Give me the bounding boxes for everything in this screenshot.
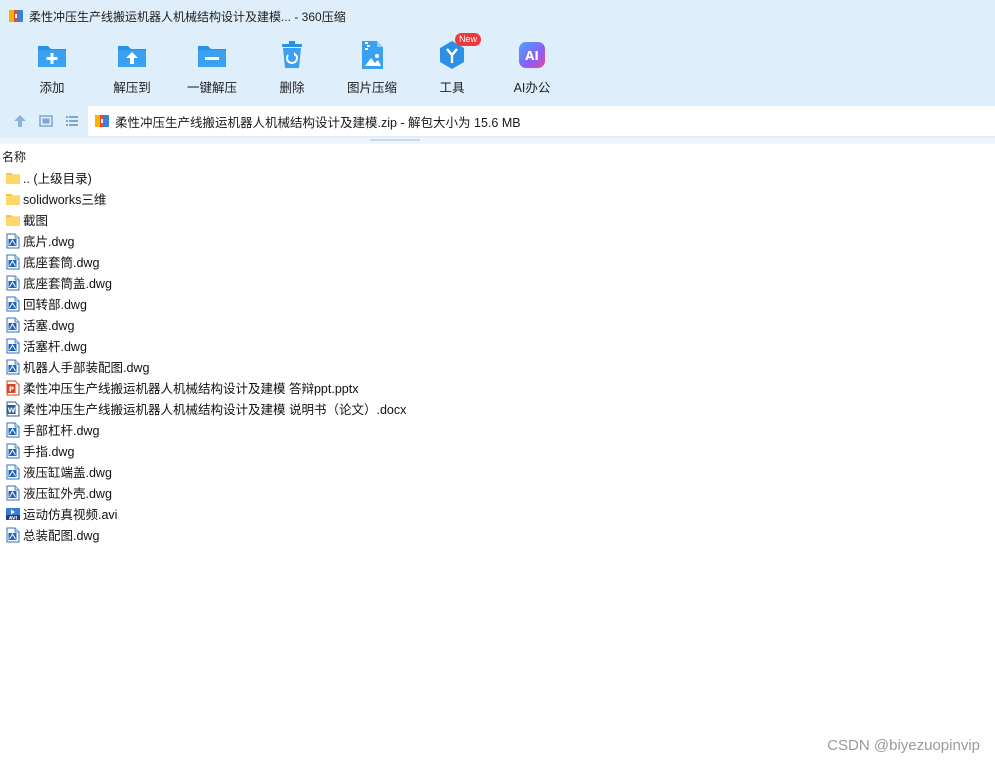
svg-text:P: P (9, 385, 14, 393)
file-name: 活塞.dwg (23, 319, 75, 333)
ai-office-button[interactable]: AI AI办公 (492, 38, 572, 98)
file-name: 底座套筒盖.dwg (23, 277, 112, 291)
file-name: 手指.dwg (23, 445, 75, 459)
file-row[interactable]: 底座套筒盖.dwg (0, 272, 995, 293)
tools-button[interactable]: New 工具 (412, 33, 492, 98)
file-row[interactable]: P 柔性冲压生产线搬运机器人机械结构设计及建模 答辩ppt.pptx (0, 377, 995, 398)
new-badge: New (455, 33, 482, 46)
file-name: 机器人手部装配图.dwg (23, 361, 150, 375)
dwg-file-icon (6, 275, 20, 290)
folder-icon (6, 172, 20, 184)
file-name: 柔性冲压生产线搬运机器人机械结构设计及建模 说明书（论文）.docx (23, 403, 407, 417)
column-header-name[interactable]: 名称 (0, 146, 995, 164)
file-name: 底片.dwg (23, 235, 75, 249)
dwg-file-icon (6, 359, 20, 374)
file-row[interactable]: AVI 运动仿真视频.avi (0, 503, 995, 524)
svg-text:W: W (8, 406, 16, 414)
file-row[interactable]: 液压缸端盖.dwg (0, 461, 995, 482)
image-compress-icon (362, 41, 383, 69)
zip-archive-icon (9, 10, 23, 22)
extract-to-icon (118, 46, 146, 67)
file-row[interactable]: solidworks三维 (0, 188, 995, 209)
dwg-file-icon (6, 422, 20, 437)
folder-icon (6, 193, 20, 205)
add-button[interactable]: 添加 (12, 38, 92, 98)
archive-path: 柔性冲压生产线搬运机器人机械结构设计及建模.zip - 解包大小为 15.6 M… (115, 115, 521, 130)
title-bar: 柔性冲压生产线搬运机器人机械结构设计及建模... - 360压缩 (0, 0, 995, 32)
file-name: 手部杠杆.dwg (23, 424, 100, 438)
file-name: 液压缸端盖.dwg (23, 466, 112, 480)
file-name: 液压缸外壳.dwg (23, 487, 112, 501)
file-row[interactable]: 手部杠杆.dwg (0, 419, 995, 440)
main-toolbar: 添加 解压到 一键解压 删除 图片压缩 New 工具 AI AI办公 (0, 32, 995, 104)
one-click-extract-icon (198, 46, 226, 67)
image-compress-button[interactable]: 图片压缩 (332, 38, 412, 98)
ai-office-label: AI办公 (513, 81, 551, 95)
dwg-file-icon (6, 485, 20, 500)
one-click-extract-button[interactable]: 一键解压 (172, 38, 252, 98)
dwg-file-icon (6, 527, 20, 542)
extract-to-label: 解压到 (113, 81, 151, 95)
list-view-icon[interactable] (64, 113, 80, 129)
file-row[interactable]: 底片.dwg (0, 230, 995, 251)
extract-to-button[interactable]: 解压到 (92, 38, 172, 98)
file-row[interactable]: 回转部.dwg (0, 293, 995, 314)
file-name: .. (上级目录) (23, 172, 92, 186)
folder-icon (6, 214, 20, 226)
file-row[interactable]: .. (上级目录) (0, 167, 995, 188)
divider (0, 138, 995, 144)
dwg-file-icon (6, 464, 20, 479)
delete-label: 删除 (279, 81, 305, 95)
file-row[interactable]: 总装配图.dwg (0, 524, 995, 545)
pptx-file-icon: P (6, 380, 20, 395)
avi-video-icon: AVI (6, 507, 20, 521)
file-name: 总装配图.dwg (23, 529, 100, 543)
file-row[interactable]: 活塞.dwg (0, 314, 995, 335)
svg-text:AI: AI (525, 49, 539, 63)
file-name: 截图 (23, 214, 49, 228)
file-row[interactable]: 液压缸外壳.dwg (0, 482, 995, 503)
zip-archive-icon (95, 115, 109, 127)
up-arrow-icon[interactable] (12, 113, 28, 129)
file-name: 底座套筒.dwg (23, 256, 100, 270)
thumbnail-view-icon[interactable] (38, 113, 54, 129)
file-name: 回转部.dwg (23, 298, 87, 312)
trash-icon (282, 41, 302, 68)
file-row[interactable]: 截图 (0, 209, 995, 230)
file-row[interactable]: W 柔性冲压生产线搬运机器人机械结构设计及建模 说明书（论文）.docx (0, 398, 995, 419)
ai-office-icon: AI (519, 42, 545, 68)
dwg-file-icon (6, 254, 20, 269)
dwg-file-icon (6, 233, 20, 248)
window-title: 柔性冲压生产线搬运机器人机械结构设计及建模... - 360压缩 (29, 9, 346, 24)
dwg-file-icon (6, 338, 20, 353)
svg-text:AVI: AVI (9, 515, 18, 521)
file-row[interactable]: 手指.dwg (0, 440, 995, 461)
address-row: 柔性冲压生产线搬运机器人机械结构设计及建模.zip - 解包大小为 15.6 M… (0, 104, 995, 138)
dwg-file-icon (6, 443, 20, 458)
file-name: 运动仿真视频.avi (23, 508, 118, 522)
image-compress-label: 图片压缩 (346, 81, 397, 95)
file-row[interactable]: 底座套筒.dwg (0, 251, 995, 272)
dwg-file-icon (6, 317, 20, 332)
watermark: CSDN @biyezuopinvip (827, 737, 980, 754)
dwg-file-icon (6, 296, 20, 311)
file-list: .. (上级目录) solidworks三维 截图底片.dwg 底座套筒.dwg 底座套… (0, 167, 995, 545)
address-bar[interactable]: 柔性冲压生产线搬运机器人机械结构设计及建模.zip - 解包大小为 15.6 M… (88, 106, 995, 136)
add-folder-icon (38, 46, 66, 67)
file-name: 活塞杆.dwg (23, 340, 87, 354)
one-click-extract-label: 一键解压 (186, 81, 237, 95)
file-name: solidworks三维 (23, 193, 107, 207)
docx-file-icon: W (6, 401, 20, 416)
file-row[interactable]: 机器人手部装配图.dwg (0, 356, 995, 377)
add-label: 添加 (39, 81, 65, 95)
delete-button[interactable]: 删除 (252, 38, 332, 98)
tools-label: 工具 (439, 81, 465, 95)
file-row[interactable]: 活塞杆.dwg (0, 335, 995, 356)
file-name: 柔性冲压生产线搬运机器人机械结构设计及建模 答辩ppt.pptx (23, 382, 359, 396)
